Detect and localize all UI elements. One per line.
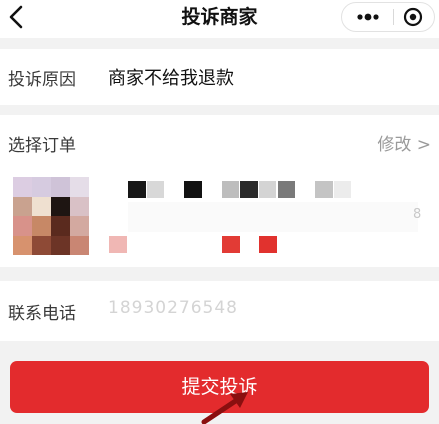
contact-label: 联系电话: [8, 304, 76, 324]
mini-program-capsule: [341, 2, 435, 32]
thumb-cell: [51, 196, 70, 216]
mosaic-block: [222, 236, 240, 253]
mosaic-block: [334, 181, 351, 198]
navigation-bar: 投诉商家: [0, 0, 439, 38]
thumb-cell: [32, 216, 51, 236]
mosaic-block: [222, 181, 239, 198]
mosaic-block: [259, 236, 277, 253]
thumb-cell: [51, 177, 70, 197]
mosaic-block: [128, 181, 146, 198]
order-label: 选择订单: [8, 136, 76, 156]
thumb-cell: [51, 216, 70, 236]
mosaic-block: [315, 181, 333, 198]
reason-label: 投诉原因: [8, 70, 76, 90]
thumb-cell: [70, 216, 89, 236]
mosaic-block: [184, 181, 202, 198]
phone-input[interactable]: 18930276548: [108, 298, 238, 318]
thumb-cell: [32, 196, 51, 216]
thumb-cell: [13, 235, 32, 255]
mosaic-block: [147, 181, 164, 198]
mosaic-block: [128, 202, 418, 232]
mosaic-block: [240, 181, 258, 198]
pointer-arrow-icon: [201, 392, 248, 424]
more-dots-icon[interactable]: [350, 3, 386, 31]
mosaic-block: [259, 181, 276, 198]
reason-value: 商家不给我退款: [108, 68, 234, 89]
modify-link[interactable]: 修改 >: [377, 130, 431, 155]
thumb-cell: [51, 235, 70, 255]
thumb-cell: [70, 177, 89, 197]
thumb-cell: [32, 177, 51, 197]
capsule-divider: [393, 9, 394, 25]
thumb-cell: [13, 216, 32, 236]
thumb-cell: [13, 177, 32, 197]
order-qty: 8: [413, 207, 422, 222]
target-close-icon[interactable]: [403, 7, 423, 27]
thumb-cell: [70, 196, 89, 216]
thumb-cell: [70, 235, 89, 255]
thumb-cell: [32, 235, 51, 255]
reason-row[interactable]: 投诉原因 商家不给我退款: [0, 49, 439, 105]
mosaic-block: [278, 181, 295, 198]
mosaic-block: [109, 236, 127, 253]
product-thumbnail[interactable]: [13, 177, 89, 255]
thumb-cell: [13, 196, 32, 216]
